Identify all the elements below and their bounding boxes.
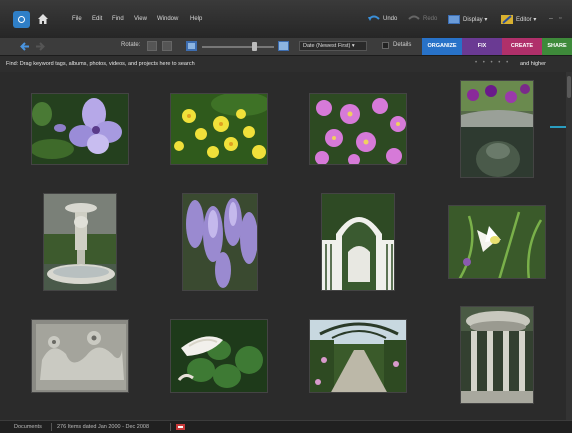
rating-filter-label: and higher bbox=[520, 61, 546, 67]
editor-icon bbox=[501, 15, 513, 24]
thumb-pansy-planter[interactable] bbox=[460, 80, 534, 178]
undo-label: Undo bbox=[383, 16, 398, 23]
thumb-stone-relief[interactable] bbox=[31, 319, 129, 393]
find-instructions: Find: Drag keyword tags, albums, photos,… bbox=[6, 61, 195, 67]
sort-order-dropdown[interactable]: Date (Newest First) ▾ bbox=[299, 41, 367, 51]
thumb-calla-lily-leaves[interactable] bbox=[170, 319, 268, 393]
tab-share[interactable]: SHARE bbox=[542, 38, 572, 55]
large-thumbnail-icon[interactable] bbox=[278, 41, 289, 51]
editor-label: Editor bbox=[516, 17, 532, 24]
thumb-white-daffodil[interactable] bbox=[448, 205, 546, 279]
redo-label: Redo bbox=[423, 16, 438, 23]
display-button[interactable]: Display ▾ bbox=[448, 15, 487, 24]
menu-find[interactable]: Find bbox=[112, 16, 124, 22]
editor-button[interactable]: Editor ▾ bbox=[501, 15, 536, 24]
menubar: File Edit Find View Window Help Undo Red… bbox=[0, 0, 572, 39]
small-thumbnail-icon[interactable] bbox=[186, 41, 197, 51]
forward-arrow-icon[interactable] bbox=[35, 42, 45, 51]
details-label: Details bbox=[393, 42, 412, 48]
redo-icon bbox=[408, 15, 420, 20]
menu-window[interactable]: Window bbox=[157, 16, 178, 22]
thumb-blue-iris[interactable] bbox=[31, 93, 129, 165]
scroll-indicator bbox=[550, 126, 566, 128]
menu-edit[interactable]: Edit bbox=[92, 16, 102, 22]
menu-view[interactable]: View bbox=[134, 16, 147, 22]
tab-organize[interactable]: ORGANIZE bbox=[422, 38, 462, 55]
status-divider bbox=[51, 423, 52, 431]
thumb-yellow-flowers[interactable] bbox=[170, 93, 268, 165]
redo-button[interactable]: Redo bbox=[408, 15, 437, 22]
display-label: Display bbox=[463, 17, 483, 24]
vertical-scrollbar[interactable] bbox=[566, 72, 572, 420]
menu-file[interactable]: File bbox=[72, 16, 82, 22]
thumb-wisteria[interactable] bbox=[182, 193, 258, 291]
sort-order-value: Date (Newest First) bbox=[303, 43, 351, 49]
menu-help[interactable]: Help bbox=[190, 16, 202, 22]
photo-grid bbox=[0, 72, 566, 420]
app-logo-icon[interactable] bbox=[13, 11, 30, 28]
slider-thumb[interactable] bbox=[252, 42, 257, 51]
status-warning-icon[interactable] bbox=[176, 423, 185, 431]
tab-fix[interactable]: FIX bbox=[462, 38, 502, 55]
thumb-garden-fountain[interactable] bbox=[43, 193, 117, 291]
thumbnail-size-slider[interactable] bbox=[202, 46, 274, 48]
status-item-count: 276 Items dated Jan 2000 - Dec 2008 bbox=[57, 424, 150, 430]
find-bar[interactable]: Find: Drag keyword tags, albums, photos,… bbox=[0, 56, 572, 72]
rotate-left-button[interactable] bbox=[147, 41, 157, 51]
home-icon[interactable] bbox=[37, 13, 49, 25]
tab-create[interactable]: CREATE bbox=[502, 38, 542, 55]
undo-button[interactable]: Undo bbox=[368, 15, 397, 22]
rotate-right-button[interactable] bbox=[162, 41, 172, 51]
thumb-garden-path[interactable] bbox=[309, 319, 407, 393]
thumb-white-garden-gate[interactable] bbox=[321, 193, 395, 291]
undo-icon bbox=[368, 15, 380, 21]
back-arrow-icon[interactable] bbox=[20, 42, 30, 51]
thumb-pink-daisies[interactable] bbox=[309, 93, 407, 165]
thumb-stone-gazebo[interactable] bbox=[460, 306, 534, 404]
status-bar: Documents 276 Items dated Jan 2000 - Dec… bbox=[0, 420, 572, 433]
scrollbar-thumb[interactable] bbox=[567, 76, 571, 98]
details-checkbox[interactable] bbox=[382, 42, 389, 49]
rotate-label: Rotate: bbox=[121, 42, 141, 48]
minimize-icon[interactable]: – bbox=[549, 15, 553, 22]
chevron-down-icon: ▾ bbox=[351, 43, 355, 49]
status-documents: Documents bbox=[14, 424, 42, 430]
maximize-icon[interactable]: ▫ bbox=[559, 15, 561, 22]
status-divider bbox=[170, 423, 171, 431]
star-rating-filter[interactable]: • • • • • bbox=[475, 60, 510, 66]
view-toolbar: Rotate: Date (Newest First) ▾ Details OR… bbox=[0, 38, 572, 56]
display-icon bbox=[448, 15, 460, 24]
